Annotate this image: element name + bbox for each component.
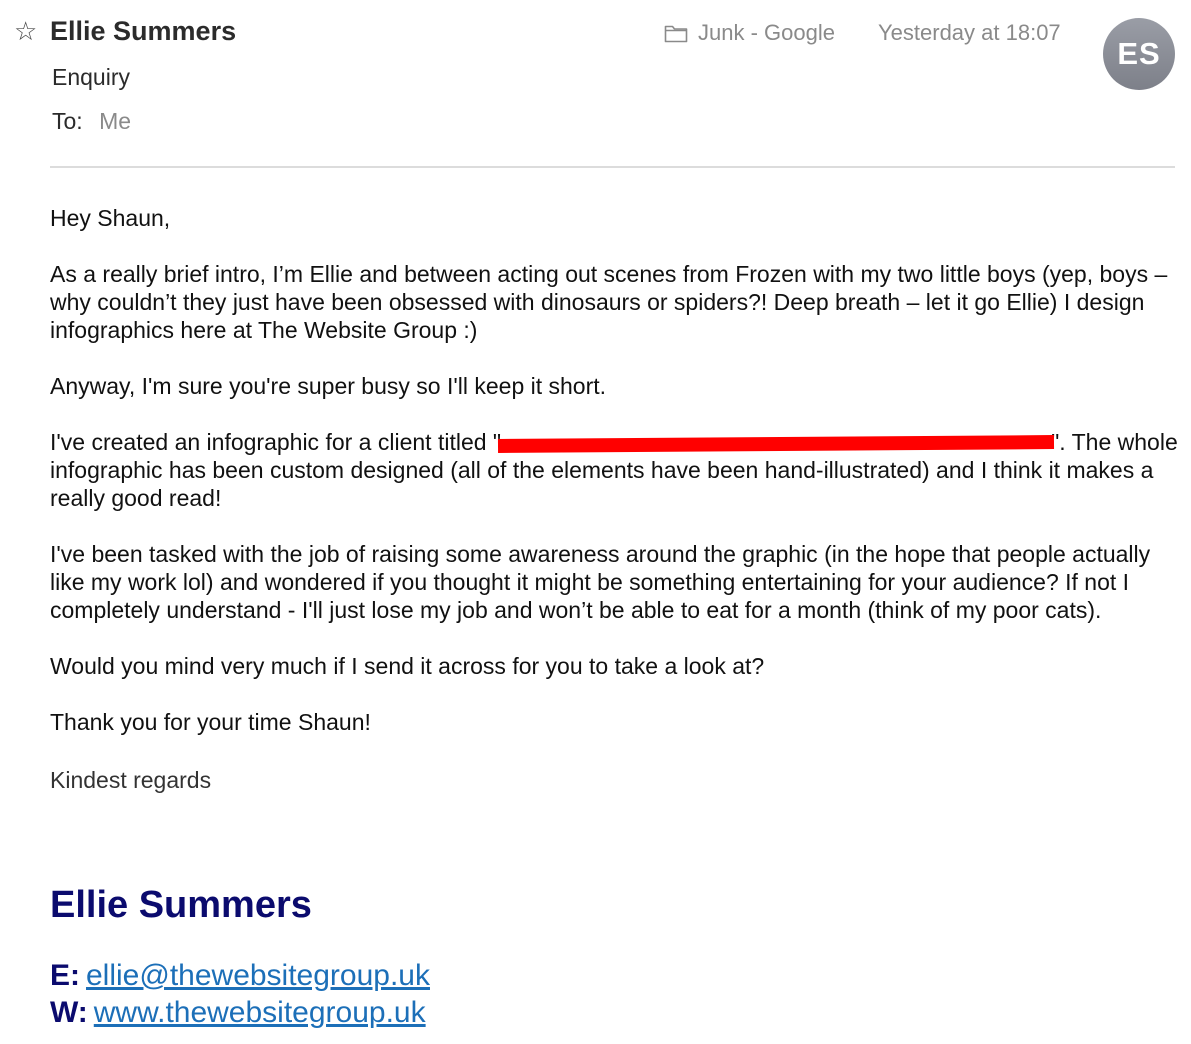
email-link[interactable]: ellie@thewebsitegroup.uk	[86, 959, 430, 992]
body-paragraph: Anyway, I'm sure you're super busy so I'…	[50, 373, 607, 399]
message-header: ☆ Ellie Summers Junk - Google Yesterday …	[0, 0, 1191, 170]
greeting: Hey Shaun,	[50, 205, 171, 231]
mailbox-name: Junk - Google	[698, 20, 835, 45]
website-link[interactable]: www.thewebsitegroup.uk	[94, 996, 426, 1029]
redaction-mark	[498, 434, 1055, 453]
header-divider	[50, 166, 1175, 168]
recipient-row: To: Me	[52, 105, 131, 137]
email-label: E:	[50, 959, 80, 992]
sender-name[interactable]: Ellie Summers	[50, 14, 236, 48]
mailbox-label[interactable]: Junk - Google	[664, 17, 835, 49]
timestamp: Yesterday at 18:07	[878, 20, 1061, 45]
body-paragraph: As a really brief intro, I’m Ellie and b…	[50, 261, 1168, 343]
subject: Enquiry	[52, 64, 130, 90]
signature-email-row: E: ellie@thewebsitegroup.uk	[50, 958, 430, 994]
recipient-name[interactable]: Me	[99, 108, 131, 134]
message-body: Hey Shaun, As a really brief intro, I’m …	[50, 204, 1180, 822]
body-paragraph: Thank you for your time Shaun!	[50, 709, 371, 735]
signature-name: Ellie Summers	[50, 884, 312, 926]
body-paragraph: I've been tasked with the job of raising…	[50, 541, 1151, 623]
star-icon[interactable]: ☆	[14, 14, 37, 48]
signoff: Kindest regards	[50, 767, 212, 793]
paragraph-text: I've created an infographic for a client…	[50, 429, 502, 455]
folder-icon	[664, 25, 688, 43]
avatar[interactable]: ES	[1103, 18, 1175, 90]
web-label: W:	[50, 996, 88, 1029]
body-paragraph: I've created an infographic for a client…	[50, 428, 1180, 512]
body-paragraph: Would you mind very much if I send it ac…	[50, 653, 765, 679]
signature-web-row: W: www.thewebsitegroup.uk	[50, 995, 426, 1031]
to-label: To:	[52, 108, 83, 134]
